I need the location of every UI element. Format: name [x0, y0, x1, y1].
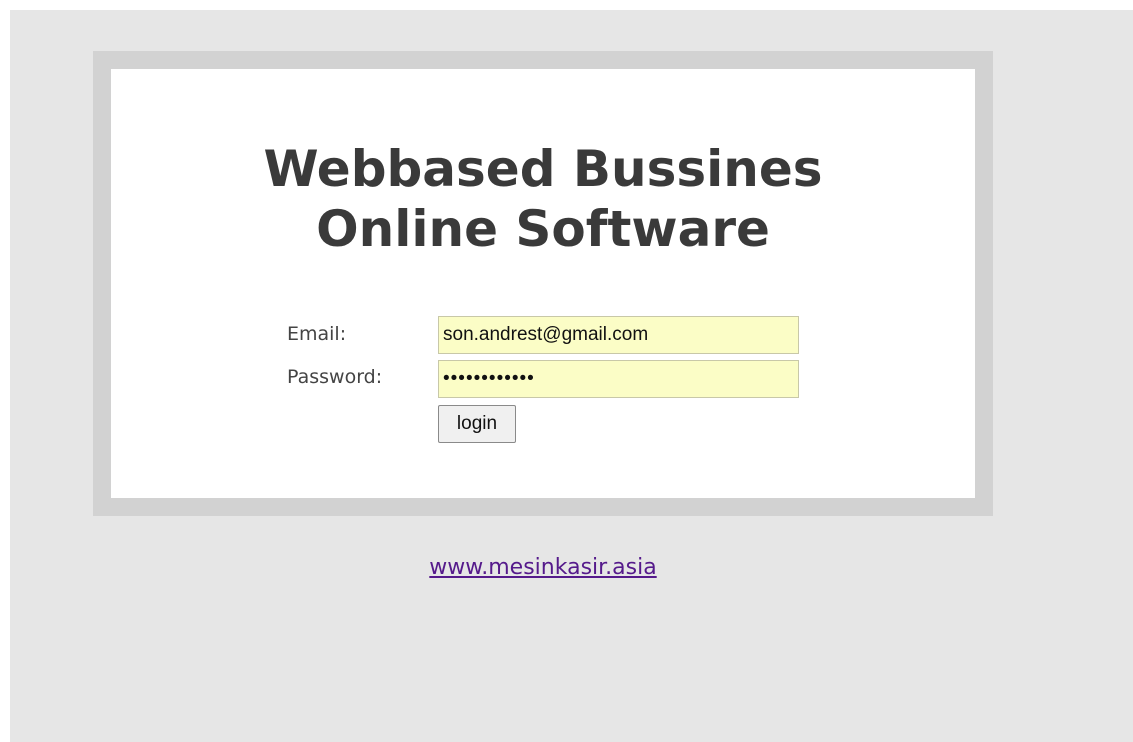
password-label: Password:: [287, 366, 383, 388]
page-background: Webbased Bussines Online Software Email:…: [10, 10, 1133, 742]
login-frame: Webbased Bussines Online Software Email:…: [93, 51, 993, 516]
login-button[interactable]: login: [438, 405, 516, 443]
password-field[interactable]: [438, 360, 799, 398]
app-title-line-2: Online Software: [316, 200, 770, 258]
app-title-line-1: Webbased Bussines: [263, 140, 823, 198]
email-label: Email:: [287, 323, 347, 345]
email-field[interactable]: [438, 316, 799, 354]
app-title: Webbased Bussines Online Software: [111, 139, 975, 259]
login-card: Webbased Bussines Online Software Email:…: [111, 69, 975, 498]
footer-website-link[interactable]: www.mesinkasir.asia: [10, 555, 1076, 580]
